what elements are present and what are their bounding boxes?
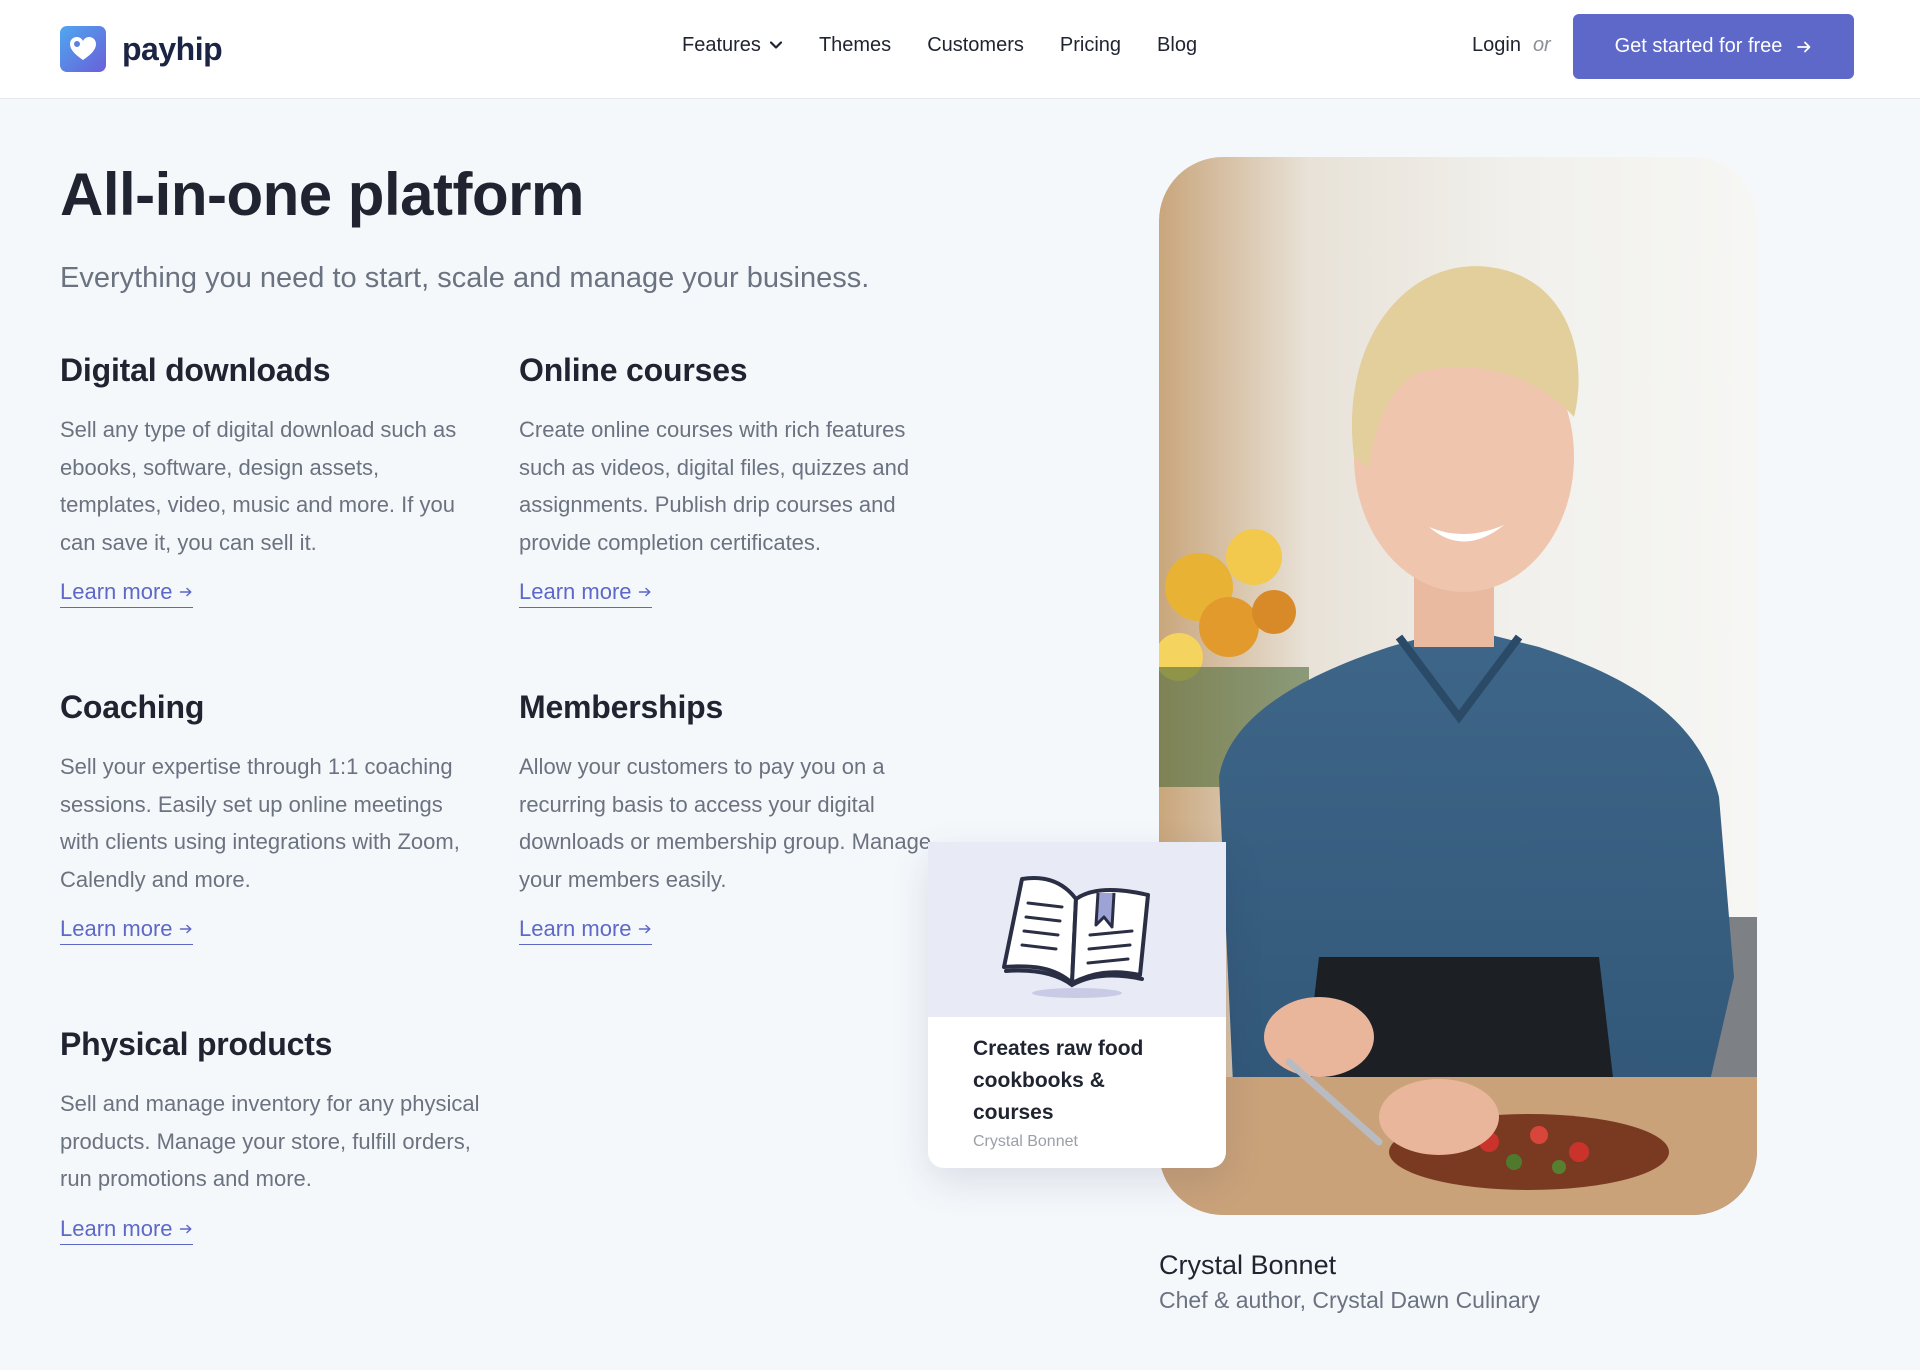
nav-item-features[interactable]: Features bbox=[682, 32, 783, 58]
learn-more-label: Learn more bbox=[60, 579, 173, 604]
nav-item-label: Features bbox=[682, 34, 761, 56]
feature-title: Memberships bbox=[519, 689, 724, 725]
login-link[interactable]: Login bbox=[1472, 32, 1521, 58]
page-subtitle: Everything you need to start, scale and … bbox=[60, 262, 870, 294]
chef-photo-illustration bbox=[1159, 157, 1757, 1215]
open-book-icon bbox=[1002, 875, 1150, 998]
feature-online-courses: Online courses Create online courses wit… bbox=[519, 352, 939, 608]
or-separator: or bbox=[1532, 34, 1551, 56]
nav-item-blog[interactable]: Blog bbox=[1157, 32, 1197, 58]
card-author: Crystal Bonnet bbox=[973, 1133, 1078, 1150]
feature-description: Sell your expertise through 1:1 coaching… bbox=[60, 754, 460, 892]
arrow-right-icon bbox=[179, 587, 192, 597]
get-started-label: Get started for free bbox=[1614, 35, 1783, 57]
learn-more-link[interactable]: Learn more bbox=[519, 916, 652, 945]
feature-title: Coaching bbox=[60, 689, 205, 725]
learn-more-label: Learn more bbox=[519, 579, 632, 604]
customer-role: Chef & author, Crystal Dawn Culinary bbox=[1159, 1287, 1540, 1313]
card-body: Creates raw food cookbooks & courses Cry… bbox=[928, 1017, 1226, 1151]
feature-description: Create online courses with rich features… bbox=[519, 417, 910, 555]
login-area: Login or bbox=[1472, 32, 1551, 58]
learn-more-link[interactable]: Learn more bbox=[60, 579, 193, 608]
testimonial-card: Creates raw food cookbooks & courses Cry… bbox=[928, 842, 1226, 1168]
main-nav: Features Themes Customers Pricing Blog bbox=[682, 32, 1197, 58]
learn-more-link[interactable]: Learn more bbox=[60, 916, 193, 945]
testimonial-caption: Crystal Bonnet Chef & author, Crystal Da… bbox=[1159, 1248, 1540, 1315]
brand-logo[interactable]: payhip bbox=[60, 26, 223, 72]
learn-more-label: Learn more bbox=[519, 916, 632, 941]
customer-photo bbox=[1159, 157, 1757, 1215]
learn-more-link[interactable]: Learn more bbox=[60, 1216, 193, 1245]
feature-coaching: Coaching Sell your expertise through 1:1… bbox=[60, 689, 480, 945]
nav-item-pricing[interactable]: Pricing bbox=[1060, 32, 1121, 58]
arrow-right-icon bbox=[179, 924, 192, 934]
card-illustration bbox=[928, 842, 1226, 1017]
chevron-down-icon bbox=[769, 41, 783, 49]
arrow-right-icon bbox=[179, 1224, 192, 1233]
site-header: payhip Features Themes Customers Pricing… bbox=[0, 0, 1920, 99]
nav-item-themes[interactable]: Themes bbox=[819, 32, 891, 58]
feature-memberships: Memberships Allow your customers to pay … bbox=[519, 689, 939, 945]
brand-name: payhip bbox=[122, 30, 223, 67]
learn-more-label: Learn more bbox=[60, 916, 173, 941]
payhip-logo-icon bbox=[60, 26, 106, 72]
get-started-button[interactable]: Get started for free bbox=[1573, 14, 1854, 79]
feature-title: Digital downloads bbox=[60, 352, 331, 388]
feature-title: Physical products bbox=[60, 1026, 333, 1062]
feature-physical-products: Physical products Sell and manage invent… bbox=[60, 1026, 480, 1245]
learn-more-link[interactable]: Learn more bbox=[519, 579, 652, 608]
arrow-right-icon bbox=[638, 587, 651, 597]
nav-item-customers[interactable]: Customers bbox=[927, 32, 1024, 58]
learn-more-label: Learn more bbox=[60, 1215, 173, 1241]
feature-description: Sell and manage inventory for any physic… bbox=[60, 1091, 480, 1191]
page-title: All-in-one platform bbox=[60, 161, 584, 228]
feature-title: Online courses bbox=[519, 352, 748, 388]
feature-description: Sell any type of digital download such a… bbox=[60, 417, 457, 555]
card-title: Creates raw food cookbooks & courses bbox=[973, 1037, 1144, 1124]
arrow-right-icon bbox=[638, 924, 651, 934]
feature-digital-downloads: Digital downloads Sell any type of digit… bbox=[60, 352, 480, 608]
arrow-right-icon bbox=[1797, 41, 1811, 52]
feature-description: Allow your customers to pay you on a rec… bbox=[519, 754, 932, 892]
customer-name: Crystal Bonnet bbox=[1159, 1250, 1337, 1280]
